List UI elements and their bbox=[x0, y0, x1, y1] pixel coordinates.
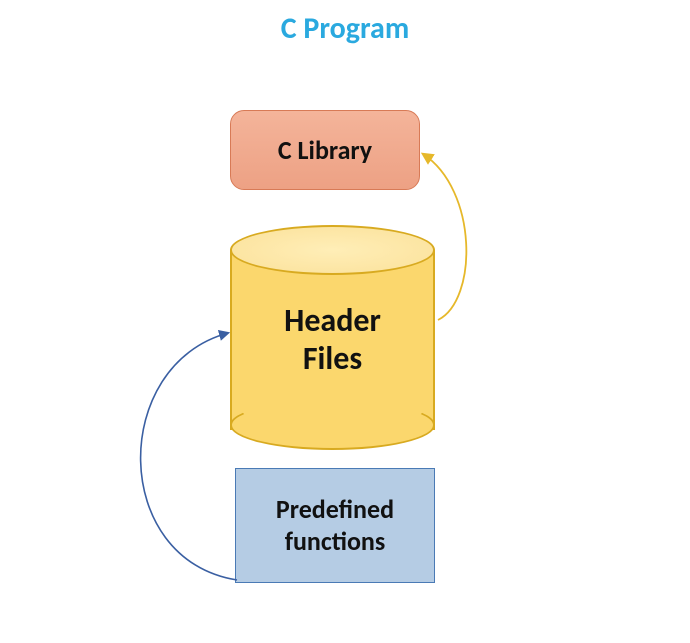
c-library-label: C Library bbox=[278, 134, 372, 166]
arrow-functions-to-headers bbox=[141, 333, 237, 580]
diagram-title: C Program bbox=[281, 10, 410, 47]
cylinder-bottom-icon bbox=[230, 400, 435, 450]
cylinder-top-icon bbox=[230, 225, 435, 275]
predefined-functions-label: Predefinedfunctions bbox=[276, 494, 394, 556]
c-library-node: C Library bbox=[230, 110, 420, 190]
predefined-functions-node: Predefinedfunctions bbox=[235, 468, 435, 583]
header-files-label: HeaderFiles bbox=[284, 302, 381, 379]
header-files-node: HeaderFiles bbox=[230, 225, 435, 450]
